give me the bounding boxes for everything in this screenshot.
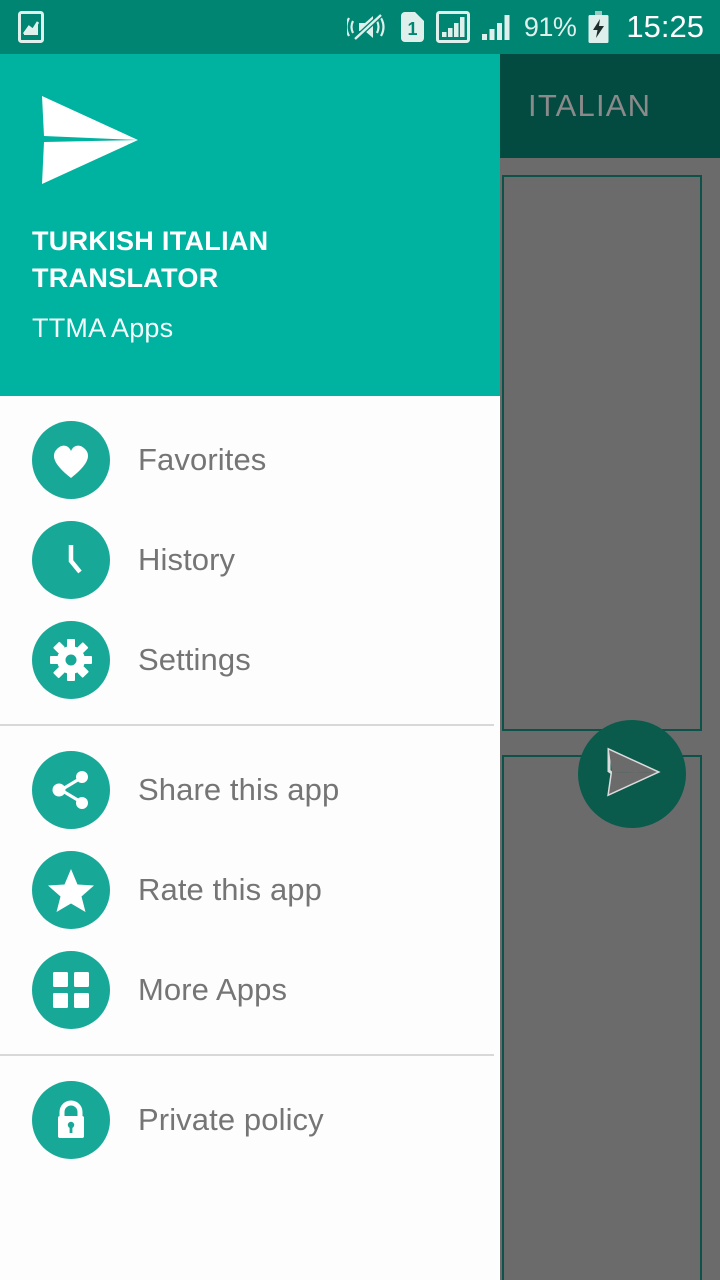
heart-icon bbox=[32, 421, 110, 499]
share-icon bbox=[32, 751, 110, 829]
screenshot-icon bbox=[18, 11, 44, 43]
status-bar-left bbox=[18, 11, 44, 43]
drawer-item-rate-this-app[interactable]: Rate this app bbox=[0, 840, 500, 940]
sim-card-1-icon: 1 bbox=[400, 11, 425, 43]
send-paper-plane-logo bbox=[34, 88, 468, 195]
status-bar: 1 91% 15:25 bbox=[0, 0, 720, 54]
drawer-item-more-apps[interactable]: More Apps bbox=[0, 940, 500, 1040]
lock-icon bbox=[32, 1081, 110, 1159]
status-bar-right: 1 91% 15:25 bbox=[346, 9, 704, 45]
drawer-item-favorites[interactable]: Favorites bbox=[0, 410, 500, 510]
gear-icon bbox=[32, 621, 110, 699]
battery-charging-icon bbox=[587, 10, 610, 44]
drawer-item-label: Rate this app bbox=[138, 872, 322, 907]
phone-screen: 1 91% 15:25 ITALIAN TURKISH ITALIAN TRAN… bbox=[0, 0, 720, 1280]
svg-text:1: 1 bbox=[407, 19, 417, 39]
drawer-item-label: Share this app bbox=[138, 772, 340, 807]
navigation-drawer: TURKISH ITALIAN TRANSLATOR TTMA Apps Fav… bbox=[0, 54, 500, 1280]
vibrate-mute-icon bbox=[346, 12, 389, 42]
signal-2-icon bbox=[481, 11, 513, 43]
drawer-item-history[interactable]: History bbox=[0, 510, 500, 610]
drawer-item-label: Settings bbox=[138, 642, 251, 677]
clock-icon bbox=[32, 521, 110, 599]
drawer-group-promo: Share this app Rate this app More Apps bbox=[0, 726, 500, 1054]
drawer-app-subtitle: TTMA Apps bbox=[32, 313, 174, 343]
drawer-item-label: Favorites bbox=[138, 442, 267, 477]
drawer-app-title: TURKISH ITALIAN TRANSLATOR bbox=[32, 226, 269, 293]
drawer-group-primary: Favorites History Settings bbox=[0, 396, 500, 724]
battery-percent-label: 91% bbox=[523, 11, 577, 42]
drawer-header: TURKISH ITALIAN TRANSLATOR TTMA Apps bbox=[0, 54, 500, 396]
drawer-item-label: Private policy bbox=[138, 1102, 324, 1137]
grid-apps-icon bbox=[32, 951, 110, 1029]
signal-1-icon bbox=[435, 11, 470, 43]
drawer-item-share-this-app[interactable]: Share this app bbox=[0, 740, 500, 840]
drawer-item-label: History bbox=[138, 542, 236, 577]
drawer-item-label: More Apps bbox=[138, 972, 288, 1007]
star-icon bbox=[32, 851, 110, 929]
drawer-item-private-policy[interactable]: Private policy bbox=[0, 1070, 500, 1170]
status-bar-clock: 15:25 bbox=[626, 9, 704, 44]
drawer-item-settings[interactable]: Settings bbox=[0, 610, 500, 710]
drawer-group-legal: Private policy bbox=[0, 1056, 500, 1170]
